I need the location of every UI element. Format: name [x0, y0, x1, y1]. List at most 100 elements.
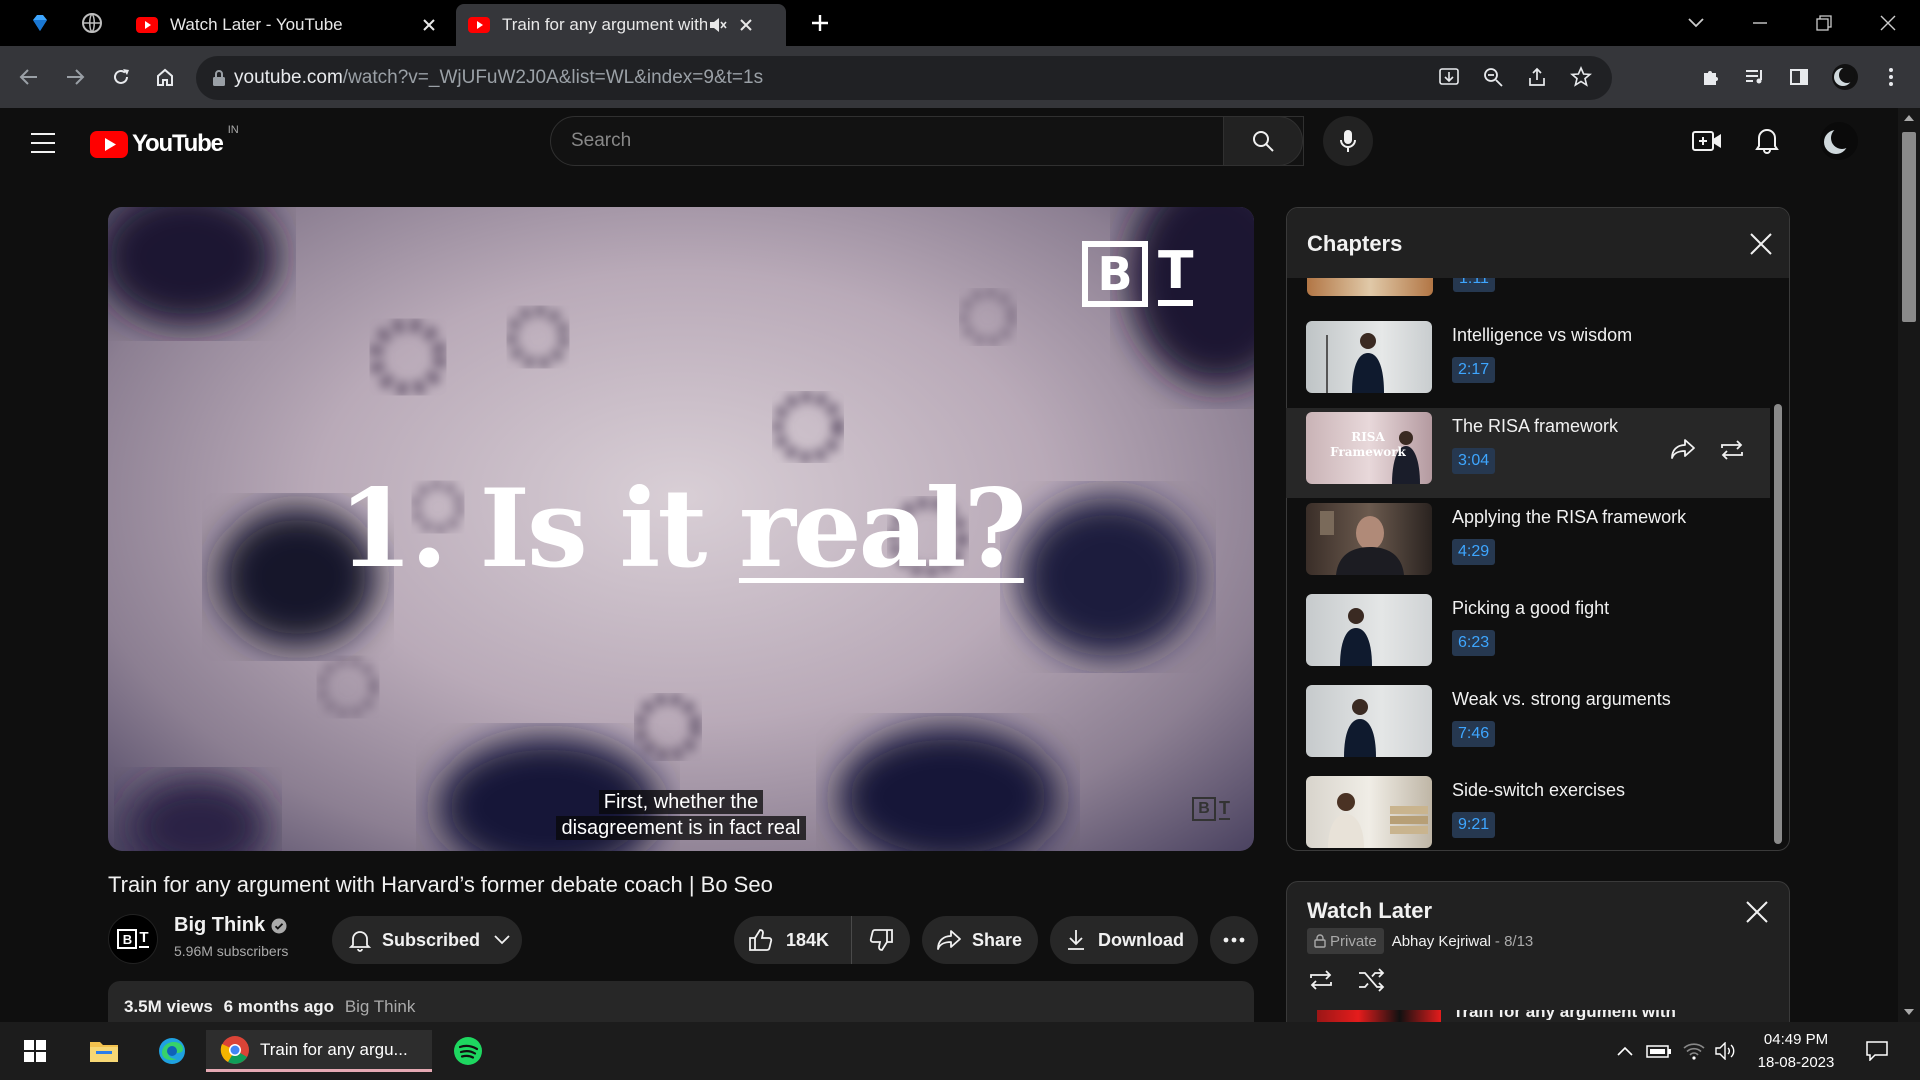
channel-avatar[interactable]: B T	[108, 914, 158, 964]
volume-button[interactable]	[1712, 1030, 1740, 1072]
home-button[interactable]	[148, 60, 182, 94]
account-avatar[interactable]	[1820, 122, 1858, 160]
new-tab-button[interactable]	[800, 6, 840, 40]
chapter-title: Weak vs. strong arguments	[1452, 689, 1671, 709]
channel-name-row[interactable]: Big Think	[174, 914, 287, 937]
close-tab-icon[interactable]	[735, 14, 757, 36]
view-count: 3.5M views	[124, 997, 213, 1016]
chapter-item[interactable]: Intelligence vs wisdom 2:17	[1286, 317, 1776, 407]
file-explorer-button[interactable]	[82, 1030, 126, 1072]
restore-icon	[1816, 15, 1832, 31]
forward-button[interactable]	[58, 60, 92, 94]
tab-current-video[interactable]: Train for any argument with Harvard's fo…	[456, 4, 786, 46]
chapter-time: 6:23	[1452, 630, 1496, 656]
bell-icon	[1755, 129, 1779, 154]
media-controls-button[interactable]	[1738, 60, 1772, 94]
like-button[interactable]: 184K	[734, 916, 852, 964]
presenter-thumbnail-art	[1326, 333, 1384, 393]
zoom-icon[interactable]	[1482, 66, 1504, 88]
taskbar-chrome-window[interactable]: Train for any argu...	[206, 1030, 432, 1072]
playlist-panel: Watch Later Private Abhay Kejriwal - 8/1…	[1286, 881, 1790, 1022]
plus-icon	[812, 15, 828, 31]
youtube-logo[interactable]: YouTube IN	[90, 124, 239, 158]
verified-check-icon	[271, 918, 287, 933]
taskbar-window-title: Train for any argu...	[260, 1039, 408, 1059]
bookmark-star-icon[interactable]	[1570, 66, 1592, 88]
notifications-button[interactable]	[1754, 126, 1780, 154]
side-panel-button[interactable]	[1782, 60, 1816, 94]
share-arrow-icon	[1671, 439, 1695, 459]
start-button[interactable]	[14, 1030, 56, 1072]
description-channel-link[interactable]: Big Think	[345, 997, 416, 1016]
address-bar[interactable]: youtube.com/watch?v=_WjUFuW2J0A&list=WL&…	[196, 56, 1612, 100]
close-tab-icon[interactable]	[418, 14, 440, 36]
playlist-owner[interactable]: Abhay Kejriwal	[1392, 933, 1491, 950]
chapter-share-button[interactable]	[1670, 438, 1696, 460]
back-button[interactable]	[12, 60, 46, 94]
muted-audio-icon[interactable]	[707, 14, 729, 36]
description-box[interactable]: 3.5M views 6 months ago Big Think	[108, 981, 1254, 1022]
guide-menu-button[interactable]	[30, 132, 60, 156]
spotify-button[interactable]	[446, 1030, 490, 1072]
playlist-loop-button[interactable]	[1307, 968, 1335, 992]
video-title: Train for any argument with Harvard’s fo…	[108, 872, 773, 897]
profile-button[interactable]	[1828, 60, 1862, 94]
download-button[interactable]: Download	[1050, 916, 1198, 964]
subscribe-button[interactable]: Subscribed	[332, 916, 522, 964]
share-button[interactable]: Share	[922, 916, 1038, 964]
chapters-scrollbar[interactable]	[1774, 404, 1782, 844]
channel-name[interactable]: Big Think	[174, 914, 265, 937]
create-button[interactable]	[1692, 128, 1722, 154]
chapter-loop-button[interactable]	[1718, 438, 1746, 462]
video-player[interactable]: 1. Is it real? B T B T First, whether th…	[108, 207, 1254, 851]
playlist-shuffle-button[interactable]	[1357, 968, 1385, 992]
scroll-up-icon[interactable]	[1903, 114, 1915, 122]
edge-browser-button[interactable]	[150, 1030, 194, 1072]
tab-watch-later[interactable]: Watch Later - YouTube	[124, 4, 452, 46]
pinned-tab-gem[interactable]	[20, 6, 60, 40]
dislike-button[interactable]	[852, 916, 910, 964]
search-input[interactable]: Search	[550, 116, 1304, 166]
restore-button[interactable]	[1804, 6, 1844, 40]
close-icon	[1746, 901, 1768, 923]
show-hidden-icons-button[interactable]	[1612, 1030, 1638, 1072]
risa-thumbnail-text: RISA Framework	[1328, 430, 1408, 460]
scroll-down-icon[interactable]	[1903, 1008, 1915, 1016]
reload-icon	[114, 69, 129, 84]
chapter-partial-thumbnail[interactable]	[1307, 278, 1433, 296]
close-playlist-button[interactable]	[1745, 900, 1769, 924]
page-scrollbar[interactable]	[1898, 108, 1920, 1022]
avatar-moon-icon	[1820, 122, 1858, 160]
voice-search-button[interactable]	[1323, 116, 1373, 166]
chapter-item[interactable]: Weak vs. strong arguments 7:46	[1286, 681, 1776, 771]
close-window-button[interactable]	[1868, 6, 1908, 40]
share-page-icon[interactable]	[1526, 66, 1548, 88]
install-app-icon[interactable]	[1438, 66, 1460, 88]
pinned-tab-globe[interactable]	[72, 6, 112, 40]
battery-button[interactable]	[1644, 1030, 1674, 1072]
hamburger-menu-icon	[31, 133, 55, 153]
playlist-title[interactable]: Watch Later	[1307, 898, 1432, 924]
search-button[interactable]	[1223, 116, 1303, 166]
network-button[interactable]	[1680, 1030, 1708, 1072]
notification-center-button[interactable]	[1862, 1030, 1892, 1072]
page-scrollbar-thumb[interactable]	[1902, 132, 1916, 322]
presenter-thumbnail-art	[1340, 608, 1372, 666]
playlist-position: - 8/13	[1494, 932, 1534, 950]
tab-search-button[interactable]	[1676, 6, 1716, 40]
reload-button[interactable]	[104, 60, 138, 94]
minimize-button[interactable]	[1740, 6, 1780, 40]
more-actions-button[interactable]	[1210, 916, 1258, 964]
playlist-item-thumbnail[interactable]	[1317, 1010, 1441, 1022]
chapter-item-active[interactable]: RISA Framework The RISA framework 3:04	[1286, 408, 1770, 498]
extensions-button[interactable]	[1694, 60, 1728, 94]
download-icon	[1068, 930, 1084, 950]
chapter-item[interactable]: Applying the RISA framework 4:29	[1286, 499, 1776, 589]
chapter-item[interactable]: Side-switch exercises 9:21	[1286, 772, 1776, 862]
clock-time: 04:49 PM	[1763, 1031, 1829, 1048]
browser-menu-button[interactable]	[1874, 60, 1908, 94]
chapter-item[interactable]: Picking a good fight 6:23	[1286, 590, 1776, 680]
taskbar-clock[interactable]: 04:49 PM 18-08-2023	[1748, 1028, 1844, 1074]
url-path: /watch?v=_WjUFuW2J0A&list=WL&index=9&t=1…	[342, 67, 764, 88]
close-chapters-button[interactable]	[1749, 232, 1773, 256]
